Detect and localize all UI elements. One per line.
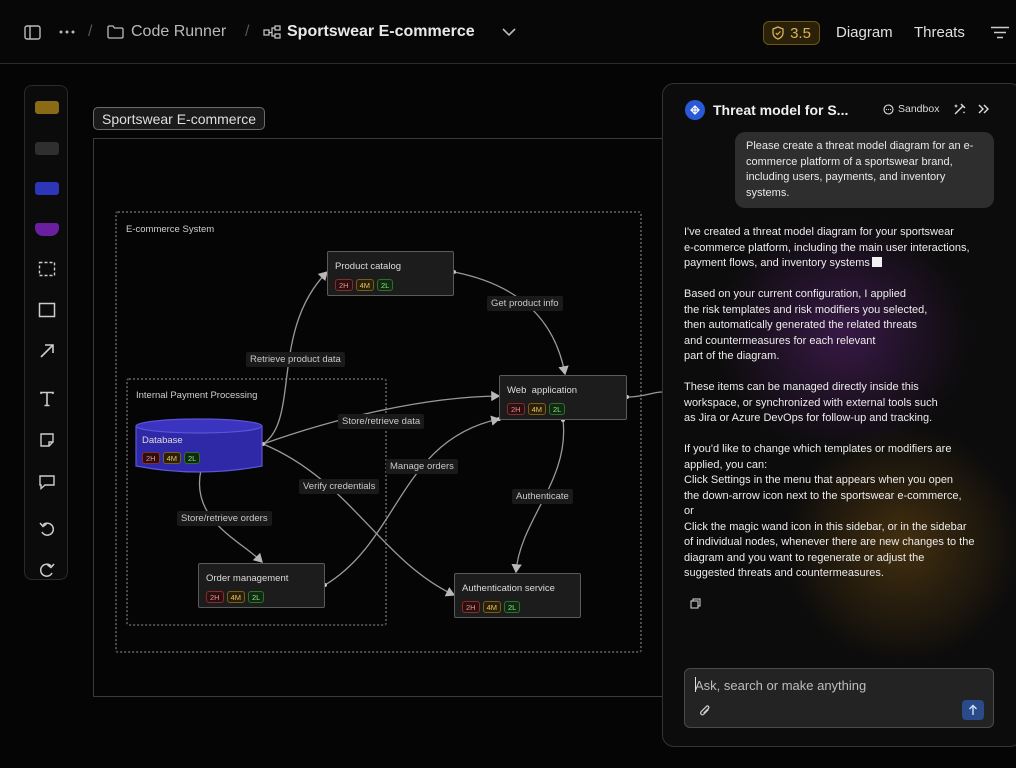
node-product-catalog[interactable]: Product catalog 2H 4M 2L xyxy=(327,251,454,296)
reply-line: Click the magic wand icon in this sideba… xyxy=(684,520,967,533)
ai-chat-panel: Threat model for S... Sandbox Please cre… xyxy=(662,83,1016,747)
reply-line: the risk templates and risk modifiers yo… xyxy=(684,303,928,316)
badge-low[interactable]: 2L xyxy=(377,279,394,291)
edge-label[interactable]: Store/retrieve orders xyxy=(177,511,272,526)
edge-label[interactable]: Manage orders xyxy=(386,459,458,474)
chat-bubble-icon xyxy=(883,103,894,115)
edge-label[interactable]: Get product info xyxy=(487,296,563,311)
risk-badges: 2H 4M 2L xyxy=(206,591,265,603)
send-button[interactable] xyxy=(962,700,984,720)
badge-medium[interactable]: 4M xyxy=(162,452,182,464)
reply-paragraph: I've created a threat model diagram for … xyxy=(684,225,1004,272)
reply-line: part of the diagram. xyxy=(684,350,780,362)
badge-high[interactable]: 2H xyxy=(507,403,525,415)
badge-low[interactable]: 2L xyxy=(504,601,521,613)
node-order-management[interactable]: Order management 2H 4M 2L xyxy=(198,563,325,608)
chat-input-box xyxy=(684,668,994,728)
assistant-reply: I've created a threat model diagram for … xyxy=(684,225,1004,597)
badge-low[interactable]: 2L xyxy=(549,403,566,415)
reply-line: and countermeasures for each relevant xyxy=(684,334,876,347)
badge-medium[interactable]: 4M xyxy=(226,591,246,603)
edge-manage-orders xyxy=(324,415,501,586)
chat-title: Threat model for S... xyxy=(713,102,849,118)
badge-high[interactable]: 2H xyxy=(335,279,353,291)
node-web-application[interactable]: Web application 2H 4M 2L xyxy=(499,375,627,420)
node-authentication-service[interactable]: Authentication service 2H 4M 2L xyxy=(454,573,581,618)
edge-web-to-external xyxy=(626,391,663,398)
reply-line: as Jira or Azure DevOps for follow-up an… xyxy=(684,412,933,424)
database-shape xyxy=(135,418,263,473)
reply-line: of individual nodes, whenever there are … xyxy=(684,536,975,548)
reply-line: suggested threats and countermeasures. xyxy=(684,567,884,579)
reply-line: I've created a threat model diagram for … xyxy=(684,226,954,238)
edge-label[interactable]: Store/retrieve data xyxy=(338,414,425,429)
reply-line: diagram and you want to regenerate or ad… xyxy=(684,551,925,564)
node-title: Product catalog xyxy=(335,261,402,272)
collapse-panel-icon[interactable] xyxy=(977,102,991,121)
risk-badges: 2H 4M 2L xyxy=(335,279,394,291)
sandbox-button[interactable]: Sandbox xyxy=(883,103,939,115)
assistant-logo-icon xyxy=(685,100,705,120)
arrow-up-icon xyxy=(969,704,977,715)
badge-low[interactable]: 2L xyxy=(184,452,201,464)
typing-cursor xyxy=(871,257,882,267)
badge-medium[interactable]: 4M xyxy=(482,601,502,613)
node-title: Order management xyxy=(206,573,289,584)
badge-high[interactable]: 2H xyxy=(142,452,160,464)
paperclip-icon[interactable] xyxy=(699,704,711,722)
text-caret xyxy=(695,677,696,692)
edge-get-product-info xyxy=(453,271,569,376)
badge-medium[interactable]: 4M xyxy=(355,279,375,291)
node-title: Web application xyxy=(507,385,578,396)
panel-header: Threat model for S... Sandbox xyxy=(683,98,1003,122)
node-title: Authentication service xyxy=(462,583,555,594)
reply-line: applied, you can: xyxy=(684,458,768,471)
edge-label[interactable]: Retrieve product data xyxy=(246,352,345,367)
magic-wand-icon[interactable] xyxy=(953,102,967,121)
sandbox-label: Sandbox xyxy=(898,103,940,115)
reply-line: then automatically generated the related… xyxy=(684,319,917,331)
node-database[interactable]: Database 2H 4M 2L xyxy=(135,418,263,474)
badge-high[interactable]: 2H xyxy=(206,591,224,603)
reply-line: These items can be managed directly insi… xyxy=(684,381,919,393)
reply-line: or xyxy=(684,505,694,517)
reply-paragraph: If you'd like to change which templates … xyxy=(684,442,1004,582)
reply-line: Based on your current configuration, I a… xyxy=(684,288,906,300)
reply-line: If you'd like to change which templates … xyxy=(684,443,952,455)
risk-badges: 2H 4M 2L xyxy=(462,601,521,613)
chat-input[interactable] xyxy=(695,676,975,694)
reply-line: Click Settings in the menu that appears … xyxy=(684,474,954,486)
node-title: Database xyxy=(142,435,183,446)
badge-high[interactable]: 2H xyxy=(462,601,480,613)
edge-label[interactable]: Authenticate xyxy=(512,489,573,504)
reply-line: workspace, or synchronized with external… xyxy=(684,396,938,409)
risk-badges: 2H 4M 2L xyxy=(507,403,566,415)
reply-line: e-commerce platform, including the main … xyxy=(684,241,970,254)
badge-medium[interactable]: 4M xyxy=(527,403,547,415)
reply-paragraph: Based on your current configuration, I a… xyxy=(684,287,1004,365)
reply-line: the down-arrow icon next to the sportswe… xyxy=(684,489,962,502)
risk-badges: 2H 4M 2L xyxy=(142,452,201,464)
reply-line: payment flows, and inventory systems xyxy=(684,257,870,269)
reply-paragraph: These items can be managed directly insi… xyxy=(684,380,1004,427)
user-message: Please create a threat model diagram for… xyxy=(735,132,994,208)
edge-label[interactable]: Verify credentials xyxy=(299,479,380,494)
copy-icon[interactable] xyxy=(690,596,701,614)
badge-low[interactable]: 2L xyxy=(248,591,265,603)
